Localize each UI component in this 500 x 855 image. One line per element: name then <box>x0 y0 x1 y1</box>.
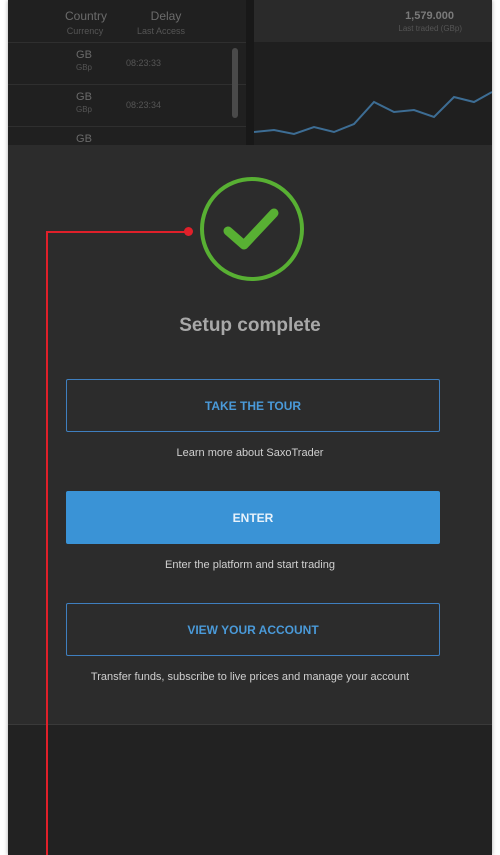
delay-header: Delay <box>150 9 182 23</box>
price-chart-line <box>253 91 492 136</box>
tour-description: Learn more about SaxoTrader <box>176 447 324 459</box>
row-country: GB <box>76 91 92 103</box>
last-price-label: Last traded (GBp) <box>398 24 462 33</box>
account-description: Transfer funds, subscribe to live prices… <box>90 671 410 683</box>
row-time: 08:23:34 <box>126 100 162 110</box>
currency-subheader: Currency <box>66 26 104 36</box>
view-your-account-button[interactable]: VIEW YOUR ACCOUNT <box>66 603 440 656</box>
column-divider <box>246 0 254 145</box>
annotation-dot <box>184 227 193 236</box>
dialog-title: Setup complete <box>179 315 321 336</box>
row-currency: GBp <box>75 105 92 114</box>
price-chart <box>253 42 492 145</box>
enter-description: Enter the platform and start trading <box>165 559 335 571</box>
row-time: 08:23:33 <box>126 58 162 68</box>
row-country: GB <box>76 49 92 61</box>
row-currency: GBp <box>75 63 92 72</box>
table-scrollbar[interactable] <box>232 48 238 118</box>
take-the-tour-button[interactable]: TAKE THE TOUR <box>66 379 440 432</box>
annotation-line-vertical <box>46 231 48 855</box>
row-country: GB <box>76 133 92 145</box>
app-frame: Country Currency Delay Last Access 1,579… <box>8 0 492 855</box>
table-row[interactable]: GB GBp 08:23:34 <box>8 84 246 126</box>
lower-panel <box>8 725 492 855</box>
last-price: 1,579.000 <box>405 10 454 22</box>
annotation-line-horizontal <box>46 231 188 233</box>
country-header: Country <box>64 9 108 23</box>
enter-button[interactable]: ENTER <box>66 491 440 544</box>
last-access-subheader: Last Access <box>136 26 186 36</box>
success-check-icon <box>200 177 304 281</box>
table-row[interactable]: GB GBp 08:23:33 <box>8 42 246 84</box>
